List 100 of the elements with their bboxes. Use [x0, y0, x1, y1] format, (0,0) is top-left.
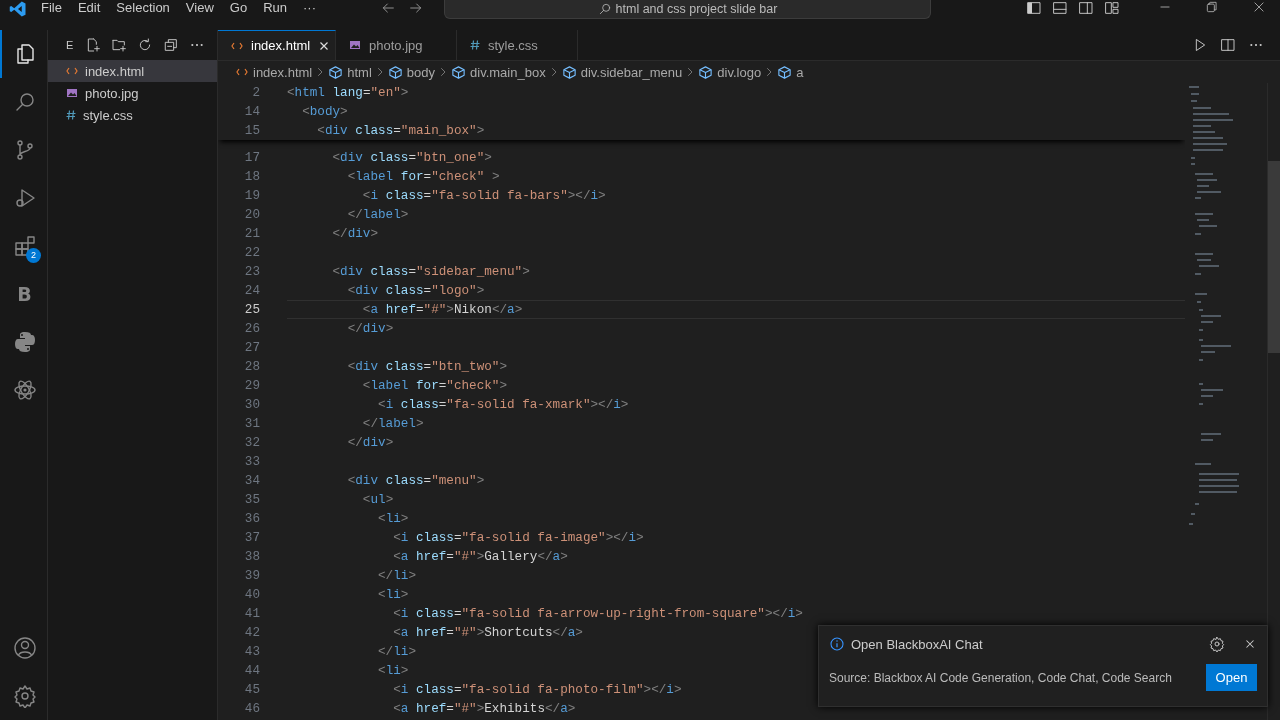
code-line: <div class="menu"> [346, 473, 485, 488]
explorer-file[interactable]: photo.jpg [48, 82, 217, 104]
code-line: <a href="#">Shortcuts</a> [392, 625, 583, 640]
image-file-icon [65, 87, 79, 99]
code-line: <i class="fa-solid fa-image"></i> [392, 530, 644, 545]
scrollbar-thumb[interactable] [1268, 161, 1280, 353]
line-number: 46 [243, 701, 260, 716]
line-number: 22 [243, 245, 260, 260]
cube-icon [451, 64, 466, 80]
blocks-icon[interactable] [12, 234, 37, 258]
code-line: </div> [346, 321, 394, 336]
line-number: 17 [243, 150, 260, 165]
close-icon[interactable] [1252, 0, 1266, 14]
image-file-icon [348, 39, 362, 51]
cube-icon [387, 64, 403, 80]
code-line: <li> [377, 587, 409, 602]
editor-tab[interactable]: style.css [457, 30, 578, 60]
line-number: 23 [243, 264, 260, 279]
line-number: 40 [243, 587, 260, 602]
breadcrumb-item[interactable]: div.logo [698, 64, 762, 80]
notification-title: Open BlackboxAI Chat [851, 636, 984, 652]
app-logo-icon [9, 0, 27, 18]
menu-item[interactable]: Go [221, 0, 256, 16]
breadcrumb-item[interactable]: html [328, 64, 372, 80]
line-number: 38 [243, 549, 260, 564]
line-number: 36 [243, 511, 260, 526]
code-line: </li> [377, 644, 416, 659]
line-number: 37 [243, 530, 260, 545]
line-number: 39 [243, 568, 260, 583]
cube-icon [561, 64, 577, 80]
line-number: 33 [243, 454, 260, 469]
back-arrow-icon[interactable] [380, 0, 396, 16]
menu-item[interactable]: Run [255, 0, 295, 16]
breadcrumb-item[interactable]: a [777, 64, 804, 80]
editor-tab[interactable]: photo.jpg [336, 30, 457, 60]
menu-item[interactable]: File [33, 0, 70, 16]
info-icon [829, 636, 845, 652]
secondary-sidebar-icon[interactable] [1078, 0, 1094, 16]
menu-item[interactable]: ··· [295, 0, 324, 16]
code-line: <div class="logo"> [346, 283, 485, 298]
breadcrumb-item[interactable]: div.sidebar_menu [561, 64, 683, 80]
hash-icon [469, 39, 481, 51]
breadcrumb-item[interactable]: div.main_box [451, 64, 546, 80]
code-line: </li> [377, 568, 416, 583]
split-editor-icon[interactable] [1220, 37, 1236, 53]
panel-toggle-icon[interactable] [1052, 0, 1068, 16]
code-line: </div> [331, 226, 379, 241]
python-icon[interactable] [12, 330, 37, 354]
code-line: <body> [301, 104, 348, 119]
code-line: </div> [346, 435, 394, 450]
atom-icon[interactable] [12, 378, 37, 402]
code-file-icon [235, 66, 249, 78]
new-folder-icon[interactable] [111, 37, 128, 53]
line-number: 32 [243, 435, 260, 450]
open-button[interactable]: Open [1206, 664, 1257, 691]
account-icon[interactable] [12, 636, 37, 660]
menu-item[interactable]: View [177, 0, 222, 16]
count-badge: 2 [26, 248, 41, 263]
explorer-file[interactable]: index.html [48, 60, 217, 82]
line-number: 34 [243, 473, 260, 488]
line-number: 43 [243, 644, 260, 659]
code-line: <a href="#">Gallery</a> [392, 549, 568, 564]
code-line: <div class="btn_two"> [346, 359, 508, 374]
extension-letter-button[interactable]: B [17, 283, 32, 305]
line-number: 26 [243, 321, 260, 336]
code-line: <ul> [361, 492, 394, 507]
cube-icon [328, 64, 344, 80]
line-number: 44 [243, 663, 260, 678]
sidebar-toggle-icon[interactable] [1026, 0, 1042, 16]
code-line: <i class="fa-solid fa-bars"></i> [361, 188, 606, 203]
restore-icon[interactable] [1205, 0, 1219, 14]
new-file-icon[interactable] [85, 37, 102, 53]
menu-item[interactable]: Edit [69, 0, 109, 16]
line-number: 31 [243, 416, 260, 431]
code-line: <i class="fa-solid fa-photo-film"></i> [392, 682, 682, 697]
line-number: 42 [243, 625, 260, 640]
search-icon [597, 2, 612, 16]
breadcrumb-item[interactable]: index.html [235, 64, 313, 80]
code-line: </label> [346, 207, 409, 222]
command-search-field[interactable]: html and css project slide bar [444, 0, 931, 19]
code-line: <li> [377, 511, 409, 526]
settings-icon[interactable] [12, 684, 37, 708]
notification-source: Source: Blackbox AI Code Generation, Code Chat, Code Search [829, 670, 1173, 685]
collapse-all-icon[interactable] [163, 37, 180, 53]
editor-tab[interactable]: index.html [218, 30, 336, 60]
line-number: 28 [243, 359, 260, 374]
sidebar-title: E [66, 39, 74, 51]
layout-icon[interactable] [1104, 0, 1120, 16]
line-number: 2 [251, 85, 260, 100]
line-number: 15 [243, 123, 260, 138]
settings-icon[interactable] [1209, 636, 1225, 652]
line-number: 27 [243, 340, 260, 355]
breadcrumb-item[interactable]: body [387, 64, 435, 80]
line-number: 25 [243, 302, 260, 317]
forward-arrow-icon[interactable] [408, 0, 424, 16]
menu-item[interactable]: Selection [108, 0, 178, 16]
explorer-file[interactable]: style.css [48, 104, 217, 126]
line-number: 21 [243, 226, 260, 241]
code-line: <i class="fa-solid fa-arrow-up-right-from-square"></i> [392, 606, 803, 621]
code-line: <a href="#">Nikon</a> [361, 302, 523, 317]
